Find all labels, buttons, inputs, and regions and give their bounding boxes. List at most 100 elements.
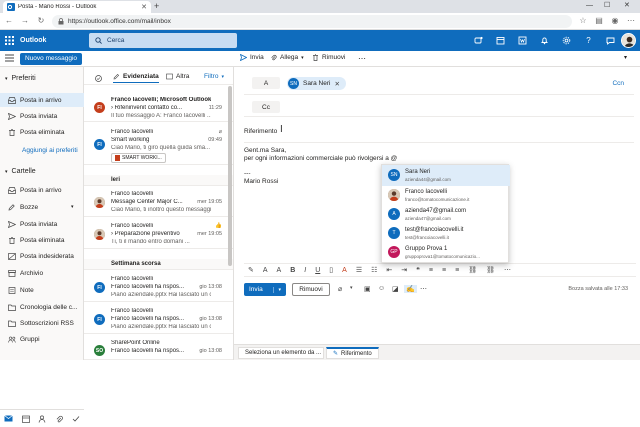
collections-icon[interactable]: ▤ (594, 16, 604, 26)
browser-tab[interactable]: Posta - Mario Rossi - Outlook ✕ (3, 1, 151, 13)
suggestion-item[interactable]: Franco Iacovelli franco@tomatocomunicazi… (382, 185, 510, 206)
highlight-icon[interactable]: ▯ (329, 266, 333, 274)
underline-icon[interactable]: U (315, 267, 320, 274)
address-bar[interactable]: https://outlook.office.com/mail/inbox (52, 14, 572, 28)
numbering-icon[interactable]: ☷ (371, 266, 377, 274)
discard-command-button[interactable]: Rimuovi (312, 54, 345, 61)
word-icon[interactable] (517, 35, 528, 46)
reload-icon[interactable]: ↻ (36, 16, 46, 26)
minimize-icon[interactable]: — (586, 1, 593, 11)
nav-folder-deleted[interactable]: Posta eliminata (0, 233, 84, 247)
subject-input[interactable]: Riferimento (244, 128, 277, 135)
message-item[interactable]: FI Franco Iacovelli; Microsoft Outlook ›… (84, 93, 233, 122)
profile-icon[interactable]: ◉ (610, 16, 620, 26)
subject-field[interactable]: Riferimento I (244, 121, 634, 143)
new-message-button[interactable]: Nuovo messaggio (20, 53, 83, 65)
signature-icon[interactable]: ✍ (404, 285, 417, 293)
suggestion-item[interactable]: A azienda47@gmail.com azienda47@gmail.co… (382, 204, 510, 225)
recipient-chip[interactable]: SN Sara Neri ✕ (287, 77, 346, 90)
nav-folder-inbox[interactable]: Posta in arrivo (0, 183, 84, 197)
font-size-icon[interactable]: A (277, 267, 282, 274)
folders-header[interactable]: ▾ Cartelle (5, 168, 36, 175)
favorites-header[interactable]: ▾ Preferiti (5, 75, 36, 82)
back-icon[interactable]: ← (4, 16, 14, 26)
cc-button[interactable]: Cc (252, 101, 280, 113)
maximize-icon[interactable]: ☐ (604, 1, 610, 11)
quote-icon[interactable]: ❝ (416, 266, 420, 274)
message-body[interactable]: Gent.ma Sara, per ogni informazioni comm… (244, 147, 397, 186)
nav-favorites-inbox[interactable]: Posta in arrivo (0, 93, 84, 107)
app-name[interactable]: Outlook (20, 37, 88, 44)
align-center-icon[interactable]: ≡ (442, 267, 446, 274)
nav-folder-notes[interactable]: Note (0, 283, 84, 297)
font-icon[interactable]: A (263, 267, 268, 274)
image-icon[interactable]: ▣ (364, 285, 371, 293)
suggestion-item[interactable]: GP Gruppo Prova 1 gruppoprova1@tomatocom… (382, 242, 510, 263)
decrease-indent-icon[interactable]: ⇤ (386, 266, 392, 274)
calendar-icon[interactable] (22, 415, 30, 423)
hamburger-menu-icon[interactable] (5, 54, 14, 62)
select-all-checkbox[interactable] (95, 75, 102, 82)
remove-recipient-icon[interactable]: ✕ (334, 80, 339, 88)
calendar-icon[interactable] (495, 35, 506, 46)
nav-folder-junk[interactable]: Posta indesiderata (0, 249, 84, 263)
expand-icon[interactable]: ▾ (624, 54, 627, 61)
bell-icon[interactable] (539, 35, 550, 46)
discard-button[interactable]: Rimuovi (292, 283, 330, 296)
chevron-down-icon[interactable]: ▾ (350, 285, 353, 291)
suggestion-item[interactable]: T test@francoiacovelli.it test@francoiac… (382, 223, 510, 244)
message-item[interactable]: FI Franco Iacovelli Franco Iacovelli ha … (84, 304, 233, 334)
more-options-icon[interactable]: ⋯ (358, 54, 366, 63)
message-item[interactable]: Franco Iacovelli 👍 › Preparazione preven… (84, 219, 233, 249)
bullets-icon[interactable]: ☰ (356, 266, 362, 274)
send-button[interactable]: Invia ▾ (244, 283, 286, 296)
tab-other[interactable]: Altra (166, 73, 189, 80)
align-left-icon[interactable]: ≡ (429, 267, 433, 274)
feedback-icon[interactable] (605, 35, 616, 46)
app-launcher-icon[interactable] (0, 36, 18, 45)
emoji-icon[interactable]: ☺ (378, 285, 385, 292)
paperclip-icon[interactable] (55, 415, 63, 423)
message-item[interactable]: FI Franco Iacovelli Franco Iacovelli ha … (84, 272, 233, 302)
bold-icon[interactable]: B (290, 267, 295, 274)
message-list-scrollbar[interactable] (228, 86, 232, 266)
tab-focused[interactable]: Evidenziata (113, 73, 159, 83)
nav-folder-rss[interactable]: Sottoscrizioni RSS (0, 316, 84, 330)
gear-icon[interactable] (561, 35, 572, 46)
attachment-chip[interactable]: SMART WORKI... (111, 153, 166, 163)
nav-favorites-sent[interactable]: Posta inviata (0, 109, 84, 123)
format-painter-icon[interactable]: ✎ (248, 266, 254, 274)
send-command-button[interactable]: Invia (240, 54, 264, 61)
more-send-options-icon[interactable]: ⋯ (420, 285, 427, 293)
align-right-icon[interactable]: ≡ (455, 267, 459, 274)
nav-favorites-deleted[interactable]: Posta eliminata (0, 125, 84, 139)
people-icon[interactable] (38, 415, 46, 423)
draft-tab[interactable]: Seleziona un elemento da ... (238, 347, 324, 359)
link-icon[interactable]: ⛓ (468, 266, 477, 274)
sticker-icon[interactable]: ◪ (392, 285, 399, 293)
nav-folder-conversation-history[interactable]: Cronologia delle c... (0, 300, 84, 314)
nav-folder-drafts[interactable]: Bozze ▾ (0, 200, 84, 214)
bcc-button[interactable]: Ccn (612, 80, 624, 87)
attach-command-button[interactable]: Allega ▾ (270, 54, 304, 61)
unlink-icon[interactable]: ⛓ (486, 266, 495, 274)
increase-indent-icon[interactable]: ⇥ (401, 266, 407, 274)
message-item[interactable]: Franco Iacovelli Message Center Major C.… (84, 187, 233, 217)
new-tab-button[interactable]: + (154, 2, 159, 11)
nav-folder-sent[interactable]: Posta inviata (0, 217, 84, 231)
mail-icon[interactable] (4, 415, 14, 422)
message-item[interactable]: SO SharePoint Online Franco Iacovelli ha… (84, 336, 233, 360)
window-close-icon[interactable]: ✕ (624, 1, 630, 11)
filter-button[interactable]: Filtro ▾ (204, 73, 224, 80)
more-format-icon[interactable]: ⋯ (504, 266, 511, 274)
add-favorites-link[interactable]: Aggiungi ai preferiti (0, 143, 84, 157)
teams-icon[interactable] (473, 35, 484, 46)
help-icon[interactable]: ? (583, 35, 594, 46)
nav-folder-archive[interactable]: Archivio (0, 266, 84, 280)
to-button[interactable]: A (252, 77, 280, 89)
message-item[interactable]: FI Franco Iacovelli ⌀ Smart working 09:4… (84, 125, 233, 165)
favorites-star-icon[interactable]: ☆ (578, 16, 588, 26)
browser-menu-icon[interactable]: ⋯ (626, 16, 636, 26)
font-color-icon[interactable]: A (342, 267, 347, 274)
forward-icon[interactable]: → (20, 16, 30, 26)
